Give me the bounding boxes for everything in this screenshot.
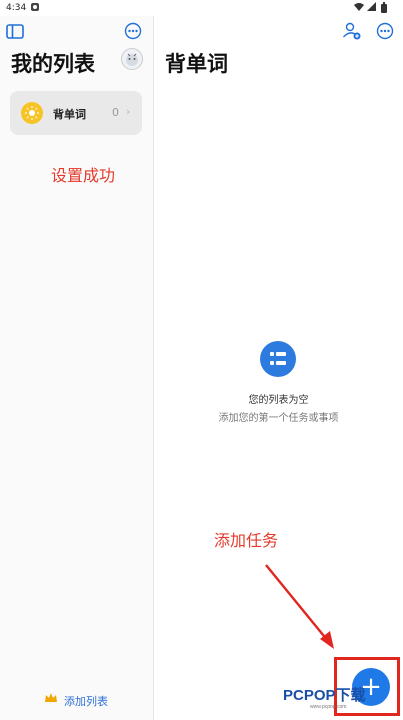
more-options-icon[interactable] — [376, 22, 394, 40]
sun-icon — [21, 102, 43, 124]
annotation-arrow — [265, 564, 334, 649]
battery-icon — [381, 2, 387, 13]
annotation-add-task: 添加任务 — [214, 531, 279, 550]
list-item-beidanci[interactable]: 背单词 0 › — [10, 91, 142, 135]
notification-icon — [31, 3, 39, 11]
empty-state-title: 您的列表为空 — [248, 395, 309, 406]
wifi-icon — [354, 3, 364, 11]
empty-state-subtitle: 添加您的第一个任务或事项 — [218, 413, 339, 424]
sidebar-toggle-icon[interactable] — [6, 24, 24, 39]
status-time: 4:34 — [6, 3, 27, 13]
chevron-right-icon: › — [126, 105, 131, 118]
share-person-icon[interactable] — [342, 21, 362, 41]
signal-icon — [367, 2, 376, 11]
more-icon[interactable] — [124, 22, 142, 40]
add-list-button[interactable]: 添加列表 — [64, 693, 108, 709]
list-icon — [260, 341, 296, 377]
watermark-sub: www.pcpop.com — [310, 704, 347, 710]
annotation-set-success: 设置成功 — [51, 166, 116, 185]
watermark-logo: PCPOP下载 — [283, 687, 366, 704]
crown-icon — [45, 693, 57, 702]
avatar[interactable] — [121, 48, 143, 70]
page-title: 我的列表 — [11, 52, 95, 76]
list-item-count: 0 — [112, 106, 119, 119]
sidebar: 我的列表 背单词 0 › 设置成功 添加列表 — [0, 16, 153, 720]
list-title: 背单词 — [165, 52, 228, 76]
status-bar: 4:34 — [0, 0, 403, 16]
list-item-label: 背单词 — [53, 108, 86, 121]
